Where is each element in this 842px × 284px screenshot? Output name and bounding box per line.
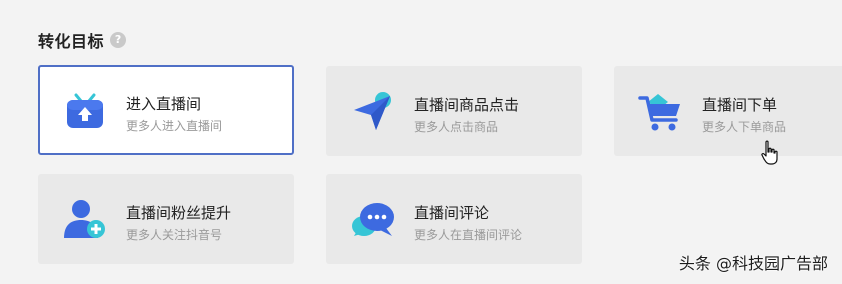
goal-card-enter-live-room[interactable]: 进入直播间 更多人进入直播间	[38, 65, 294, 155]
goal-card-fans-growth[interactable]: 直播间粉丝提升 更多人关注抖音号	[38, 174, 294, 264]
card-description: 更多人下单商品	[702, 120, 787, 134]
watermark: 头条 @科技园广告部	[678, 254, 828, 273]
card-title: 进入直播间	[126, 95, 202, 113]
card-title: 直播间评论	[414, 204, 490, 222]
hand-cursor-icon	[760, 140, 780, 166]
goal-card-product-click[interactable]: 直播间商品点击 更多人点击商品	[326, 66, 582, 156]
goal-card-place-order[interactable]: 直播间下单 更多人下单商品	[614, 66, 842, 156]
click-arrow-icon	[350, 88, 396, 134]
card-title: 直播间粉丝提升	[126, 204, 232, 222]
tv-enter-icon	[62, 87, 108, 133]
card-title: 直播间商品点击	[414, 96, 520, 114]
goal-card-comments[interactable]: 直播间评论 更多人在直播间评论	[326, 174, 582, 264]
card-description: 更多人在直播间评论	[414, 228, 523, 242]
card-description: 更多人关注抖音号	[126, 228, 223, 242]
shopping-cart-icon	[638, 88, 684, 134]
card-description: 更多人点击商品	[414, 120, 499, 134]
card-title: 直播间下单	[702, 96, 778, 114]
section-header: 转化目标 ?	[38, 28, 127, 52]
chat-bubble-icon	[350, 196, 396, 242]
add-user-icon	[62, 196, 108, 242]
card-description: 更多人进入直播间	[126, 119, 223, 133]
section-title: 转化目标	[38, 32, 105, 51]
question-icon[interactable]: ?	[110, 32, 127, 48]
